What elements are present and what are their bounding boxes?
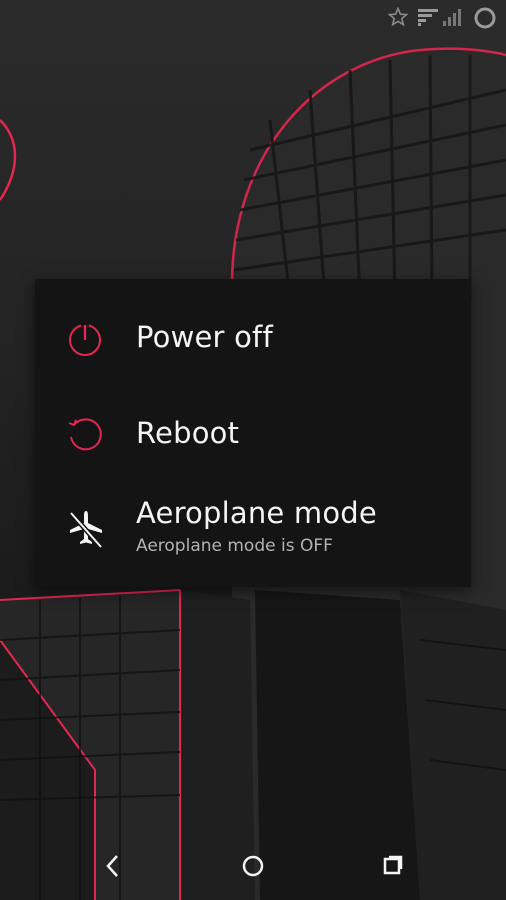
- home-button[interactable]: [228, 846, 278, 886]
- power-menu-dialog: Power off Reboot Aeroplane mode Aeroplan…: [35, 279, 471, 587]
- power-off-option[interactable]: Power off: [35, 279, 471, 389]
- reboot-label: Reboot: [136, 416, 240, 450]
- recents-button[interactable]: [368, 846, 418, 886]
- status-bar: [0, 0, 506, 36]
- power-icon: [67, 321, 103, 361]
- reboot-icon: [67, 417, 103, 457]
- power-off-label: Power off: [136, 320, 273, 354]
- back-button[interactable]: [87, 846, 137, 886]
- signal-icon: [442, 7, 462, 31]
- aeroplane-mode-status: Aeroplane mode is OFF: [136, 536, 333, 556]
- reboot-option[interactable]: Reboot: [35, 389, 471, 481]
- wifi-icon: [417, 7, 439, 31]
- aeroplane-mode-option[interactable]: Aeroplane mode Aeroplane mode is OFF: [35, 481, 471, 587]
- aeroplane-mode-label: Aeroplane mode: [136, 496, 377, 530]
- loading-ring-icon: [473, 6, 497, 34]
- star-icon: [387, 6, 409, 31]
- airplane-off-icon: [67, 509, 105, 553]
- navigation-bar: [0, 832, 506, 900]
